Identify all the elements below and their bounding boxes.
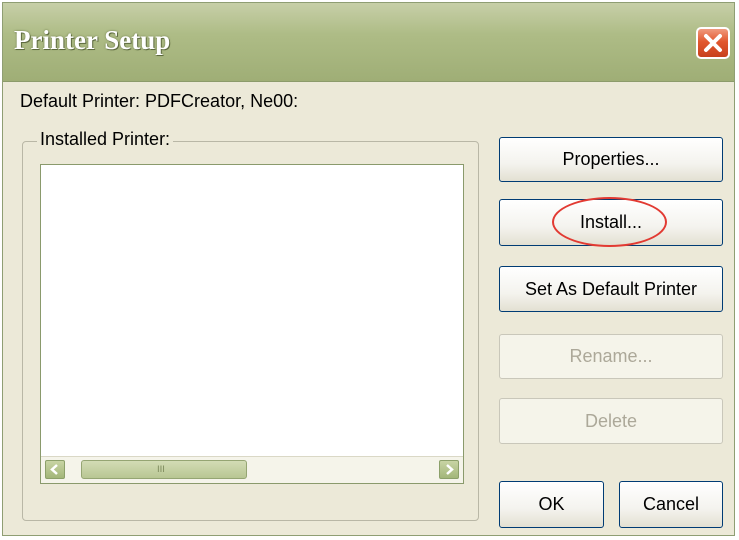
close-button[interactable]: [696, 27, 730, 59]
scroll-thumb[interactable]: III: [81, 460, 247, 479]
delete-button[interactable]: Delete: [499, 398, 723, 444]
horizontal-scrollbar[interactable]: III: [41, 456, 463, 483]
scroll-left-button[interactable]: [45, 460, 65, 479]
cancel-button[interactable]: Cancel: [619, 481, 723, 528]
ok-button[interactable]: OK: [499, 481, 604, 528]
window-title: Printer Setup: [14, 25, 171, 55]
close-icon: [704, 34, 722, 52]
rename-button[interactable]: Rename...: [499, 334, 723, 379]
installed-printer-label: Installed Printer:: [37, 129, 174, 150]
scroll-right-button[interactable]: [439, 460, 459, 479]
default-printer-label: Default Printer: PDFCreator, Ne00:: [20, 91, 299, 111]
properties-button[interactable]: Properties...: [499, 137, 723, 182]
scroll-grip: III: [157, 465, 165, 475]
chevron-left-icon: [50, 464, 58, 475]
chevron-right-icon: [446, 464, 454, 475]
printer-list[interactable]: III: [40, 164, 464, 484]
title-bar[interactable]: Printer Setup: [3, 3, 734, 82]
install-button[interactable]: Install...: [499, 199, 723, 246]
set-default-printer-button[interactable]: Set As Default Printer: [499, 266, 723, 312]
